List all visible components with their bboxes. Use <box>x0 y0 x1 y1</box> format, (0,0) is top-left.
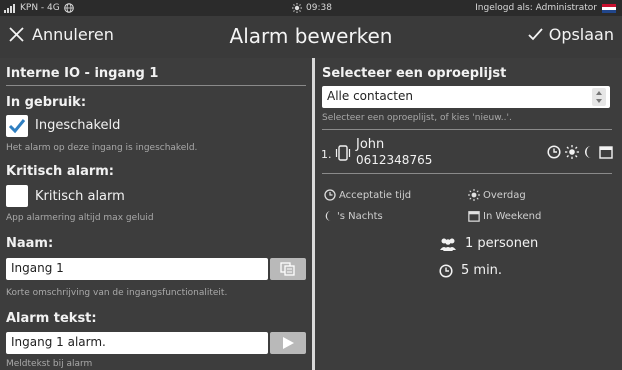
clock-icon <box>547 145 561 159</box>
users-icon <box>439 237 457 251</box>
critical-label: Kritisch alarm: <box>6 164 114 179</box>
call-list-selected: Alle contacten <box>327 89 413 103</box>
section-divider <box>6 85 306 86</box>
critical-checkbox-label[interactable]: Kritisch alarm <box>35 189 125 204</box>
checkmark-icon <box>8 118 26 134</box>
section-title-call-list: Selecteer een oproeplijst <box>322 66 507 81</box>
legend-nachts-label: 's Nachts <box>337 210 383 222</box>
alarm-text-input[interactable]: Ingang 1 alarm. <box>6 332 268 354</box>
calendar-icon <box>468 210 480 222</box>
summary-duration: 5 min. <box>439 263 502 278</box>
contact-index: 1. <box>321 148 332 161</box>
summary-persons-text: 1 personen <box>465 236 539 251</box>
status-bar: KPN - 4G 09:38 Ingelogd als: Administrat… <box>0 0 622 16</box>
contact-phone: 0612348765 <box>356 153 433 167</box>
call-list-hint: Selecteer een oproeplijst, of kies 'nieu… <box>322 113 512 123</box>
carrier-text: KPN - 4G <box>20 3 60 13</box>
sun-icon <box>468 189 480 201</box>
critical-checkbox[interactable] <box>6 185 28 207</box>
title-bar: Annuleren Alarm bewerken Opslaan <box>0 16 622 58</box>
call-list-panel: Selecteer een oproeplijst Alle contacten… <box>315 58 622 370</box>
play-icon <box>281 336 295 350</box>
copy-name-button[interactable] <box>270 258 306 280</box>
brightness-icon <box>292 3 302 13</box>
phone-vibrate-icon <box>334 145 352 161</box>
in-use-label: In gebruik: <box>6 95 87 110</box>
summary-persons: 1 personen <box>439 236 538 251</box>
signal-icon <box>4 3 16 13</box>
clock-icon <box>439 263 453 278</box>
clock-text: 09:38 <box>306 3 332 13</box>
play-alarm-button[interactable] <box>270 332 306 354</box>
alarm-settings-panel: Interne IO - ingang 1 In gebruik: Ingesc… <box>0 58 313 370</box>
enabled-hint: Het alarm op deze ingang is ingeschakeld… <box>6 143 198 153</box>
calendar-icon <box>599 145 613 159</box>
moon-icon <box>324 210 334 222</box>
name-hint: Korte omschrijving van de ingangsfunctio… <box>6 288 228 298</box>
moon-icon <box>583 145 595 159</box>
clock-icon <box>324 189 336 201</box>
legend-overdag: Overdag <box>468 189 526 201</box>
save-label: Opslaan <box>548 25 614 44</box>
call-list-divider <box>322 129 612 130</box>
section-title-input: Interne IO - ingang 1 <box>6 66 159 81</box>
legend-overdag-label: Overdag <box>483 189 526 201</box>
copy-icon <box>280 262 296 276</box>
enabled-checkbox-label[interactable]: Ingeschakeld <box>35 118 120 133</box>
legend-accept-time-label: Acceptatie tijd <box>339 189 412 201</box>
contact-name: John <box>356 137 385 152</box>
contact-row[interactable]: 1. John 0612348765 <box>321 136 617 172</box>
legend-weekend: In Weekend <box>468 210 541 222</box>
contact-divider <box>322 173 612 174</box>
legend-weekend-label: In Weekend <box>483 210 542 222</box>
select-arrows-icon <box>592 88 606 106</box>
legend-nachts: 's Nachts <box>324 210 383 222</box>
checkmark-icon <box>528 28 543 41</box>
summary-duration-text: 5 min. <box>461 263 503 278</box>
call-list-select[interactable]: Alle contacten <box>322 86 610 108</box>
enabled-checkbox[interactable] <box>6 115 28 137</box>
legend-accept-time: Acceptatie tijd <box>324 189 411 201</box>
critical-hint: App alarmering altijd max geluid <box>6 213 154 223</box>
name-input[interactable]: Ingang 1 <box>6 258 268 280</box>
dutch-flag-icon <box>602 3 616 13</box>
alarm-text-hint: Meldtekst bij alarm <box>6 359 93 369</box>
login-text: Ingelogd als: Administrator <box>475 3 597 13</box>
sun-icon <box>565 145 579 159</box>
name-label: Naam: <box>6 236 54 251</box>
alarm-text-label: Alarm tekst: <box>6 311 97 326</box>
save-button[interactable]: Opslaan <box>528 25 614 44</box>
globe-icon <box>63 3 74 13</box>
